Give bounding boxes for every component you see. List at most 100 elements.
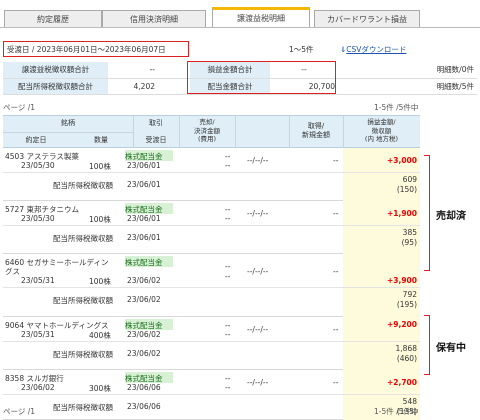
row-divider xyxy=(3,225,420,226)
sold-label: 売却済 xyxy=(436,211,466,222)
acq-price: -- xyxy=(333,156,339,165)
trade-date: 23/05/30 xyxy=(21,161,55,170)
row-divider xyxy=(3,341,420,342)
quantity: 100株 xyxy=(89,277,111,286)
csv-download-link[interactable]: ⇓CSVダウンロード xyxy=(340,44,406,55)
sell-amount: -- xyxy=(225,374,231,383)
header-settle-date: 受渡日 xyxy=(145,136,167,144)
quantity: 400株 xyxy=(89,331,111,340)
tab-bar: 約定履歴 信用決済明細 譲渡益税明細 カバードワラント損益 xyxy=(0,2,480,30)
date-range-label: 受渡日 / 2023年06月01日〜2023年06月07日 xyxy=(7,44,166,54)
div-settle-date: 23/06/06 xyxy=(127,402,161,411)
settle-date: 23/06/06 xyxy=(127,383,161,392)
acq-price: -- xyxy=(333,378,339,387)
tab-covered-warrant[interactable]: カバードワラント損益 xyxy=(314,10,420,28)
div-settle-date: 23/06/02 xyxy=(127,349,161,358)
tax-amount: 385 xyxy=(402,228,417,237)
stock-name[interactable]: 6460 セガサミーホールディン xyxy=(5,257,108,268)
sell-fee: -- xyxy=(225,161,231,170)
div-tax-label: 配当所得税徴収額 xyxy=(53,403,113,412)
header-acq-price: 取得/ 新規金額 xyxy=(302,122,330,139)
tax-total-value: -- xyxy=(108,62,158,79)
quantity: 100株 xyxy=(89,215,111,224)
tax-amount: 792 xyxy=(402,290,417,299)
quantity: 100株 xyxy=(89,162,111,171)
acq-date: --/--/-- xyxy=(247,267,269,276)
table-row: 4503 アステラス製薬 株式配当金 23/05/30 100株 23/06/0… xyxy=(3,148,420,201)
tax-local: (195) xyxy=(396,300,417,309)
detail-count-2: 明細数/5件 xyxy=(388,78,477,95)
acq-date: --/--/-- xyxy=(247,209,269,218)
table-row: 5727 東邦チタニウム 株式配当金 23/05/30 100株 23/06/0… xyxy=(3,201,420,254)
div-tax-label: 配当所得税徴収額 xyxy=(53,296,113,305)
tax-local: (460) xyxy=(396,354,417,363)
pnl-value: +9,200 xyxy=(386,320,417,329)
trade-type: 株式配当金 xyxy=(125,258,163,267)
header-pnl: 損益金額/ 徴収額 (内 地方税) xyxy=(364,118,399,143)
pnl-value: +1,900 xyxy=(386,209,417,218)
tax-amount: 548 xyxy=(402,397,417,406)
tab-divider xyxy=(0,27,480,28)
quantity: 300株 xyxy=(89,384,111,393)
div-settle-date: 23/06/01 xyxy=(127,233,161,242)
held-bracket xyxy=(424,315,430,375)
sell-amount: -- xyxy=(225,321,231,330)
div-tax-label: 配当所得税徴収額 xyxy=(53,234,113,243)
acq-date: --/--/-- xyxy=(247,325,269,334)
sell-fee: -- xyxy=(225,383,231,392)
settle-date: 23/06/02 xyxy=(127,330,161,339)
div-tax-label: 配当所得税徴収額 xyxy=(53,181,113,190)
header-quantity: 数量 xyxy=(94,136,108,144)
acq-date: --/--/-- xyxy=(247,156,269,165)
held-label: 保有中 xyxy=(436,343,466,354)
header-divider xyxy=(3,132,133,133)
div-settle-date: 23/06/01 xyxy=(127,180,161,189)
pnl-value: +3,900 xyxy=(386,276,417,285)
acq-price: -- xyxy=(333,267,339,276)
range-info: 1-5件 /5件中 xyxy=(374,103,419,112)
csv-download-label: CSVダウンロード xyxy=(346,45,407,54)
tax-total-label: 譲渡益税徴収額合計 xyxy=(3,62,108,79)
settle-date: 23/06/01 xyxy=(127,161,161,170)
header-sep xyxy=(235,116,236,148)
settle-date: 23/06/02 xyxy=(127,276,161,285)
rows-info: 1〜5件 xyxy=(289,45,314,54)
table-row: 9064 ヤマトホールディングス 株式配当金 23/05/31 400株 23/… xyxy=(3,317,420,370)
stock-name-cont: グス xyxy=(5,267,20,276)
acq-price: -- xyxy=(333,325,339,334)
detail-count-1: 明細数/0件 xyxy=(388,62,477,79)
settle-date: 23/06/01 xyxy=(127,214,161,223)
pnl-value: +3,000 xyxy=(386,156,417,165)
tax-amount: 609 xyxy=(402,175,417,184)
sold-bracket xyxy=(424,155,430,271)
trade-date: 23/05/31 xyxy=(21,330,55,339)
range-info-bottom: 1-5件 /5件中 xyxy=(374,407,419,416)
tab-capital-gains-tax[interactable]: 譲渡益税明細 xyxy=(212,7,310,28)
tax-amount: 1,868 xyxy=(395,344,417,353)
row-divider xyxy=(3,172,420,173)
table-row: 8358 スルガ銀行 株式配当金 23/06/02 300株 23/06/06 … xyxy=(3,370,420,420)
header-trade-type: 取引 xyxy=(149,119,163,127)
sell-amount: -- xyxy=(225,152,231,161)
sell-fee: -- xyxy=(225,214,231,223)
table-header: 銘柄 約定日 数量 取引 受渡日 売却/ 決済金額 (費用) 取得/ 新規金額 … xyxy=(3,115,420,148)
header-trade-date: 約定日 xyxy=(25,136,47,144)
header-stock: 銘柄 xyxy=(61,119,75,127)
sell-fee: -- xyxy=(225,330,231,339)
table-row: 6460 セガサミーホールディン グス 株式配当金 23/05/31 100株 … xyxy=(3,254,420,317)
sell-fee: -- xyxy=(225,272,231,281)
tax-local: (95) xyxy=(401,238,417,247)
page-info: ページ /1 xyxy=(3,103,36,112)
div-settle-date: 23/06/02 xyxy=(127,295,161,304)
div-tax-total-value: 4,202 xyxy=(108,78,158,95)
trade-date: 23/05/31 xyxy=(21,276,55,285)
tab-margin-settlement[interactable]: 信用決済明細 xyxy=(102,10,206,28)
date-range-filter[interactable]: 受渡日 / 2023年06月01日〜2023年06月07日 xyxy=(3,41,189,57)
trade-date: 23/05/30 xyxy=(21,214,55,223)
row-divider xyxy=(3,394,420,395)
sell-amount: -- xyxy=(225,262,231,271)
div-tax-total-label: 配当所得税徴収額合計 xyxy=(3,78,108,95)
pnl-value: +2,700 xyxy=(386,378,417,387)
acq-price: -- xyxy=(333,209,339,218)
tab-trade-history[interactable]: 約定履歴 xyxy=(4,10,102,28)
